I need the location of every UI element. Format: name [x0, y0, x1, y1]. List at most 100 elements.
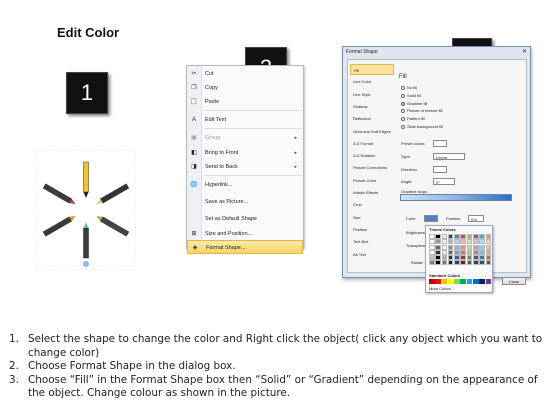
color-swatch[interactable] [479, 239, 485, 245]
menu-item-paste[interactable]: 📋 Paste [187, 95, 303, 109]
pencils-graphic[interactable] [36, 150, 136, 270]
fill-option-slide-background-fill[interactable]: Slide background fill [401, 123, 443, 130]
category-reflection[interactable]: Reflection [350, 113, 394, 124]
color-swatch[interactable] [460, 255, 466, 261]
color-swatch[interactable] [473, 239, 479, 245]
menu-item-size-and-position[interactable]: ⊞ Size and Position... [187, 227, 303, 241]
color-swatch[interactable] [485, 260, 492, 266]
category-picture-color[interactable]: Picture Color [350, 175, 394, 186]
color-swatch[interactable] [441, 249, 448, 255]
color-swatch[interactable] [454, 249, 460, 255]
angle-input[interactable]: 0° [433, 178, 455, 185]
color-swatch[interactable] [435, 260, 441, 266]
menu-item-cut[interactable]: ✂ Cut [187, 67, 303, 81]
menu-item-edit-text[interactable]: A Edit Text [187, 113, 303, 127]
standard-color-swatch[interactable] [473, 279, 479, 284]
color-swatch[interactable] [447, 244, 454, 250]
color-swatch[interactable] [429, 234, 435, 239]
color-swatch[interactable] [447, 255, 454, 261]
category-alt-text[interactable]: Alt Text [350, 249, 394, 260]
menu-item-save-as-picture[interactable]: Save as Picture... [187, 195, 303, 209]
menu-item-set-as-default-shape[interactable]: Set as Default Shape [187, 212, 303, 226]
color-swatch[interactable] [460, 244, 466, 250]
color-swatch[interactable] [429, 260, 435, 266]
color-swatch[interactable] [485, 234, 492, 239]
radio-icon[interactable] [401, 101, 405, 106]
color-swatch[interactable] [473, 249, 479, 255]
color-swatch[interactable] [485, 244, 492, 250]
close-button[interactable]: Close [502, 277, 526, 285]
menu-item-copy[interactable]: ❐ Copy [187, 81, 303, 95]
color-swatch[interactable] [485, 255, 492, 261]
color-swatch[interactable] [460, 260, 466, 266]
color-swatch[interactable] [435, 249, 441, 255]
rotate-label[interactable]: Rotate [411, 260, 423, 266]
category-3-d-rotation[interactable]: 3-D Rotation [350, 150, 394, 161]
radio-icon[interactable] [401, 85, 405, 90]
category-picture-corrections[interactable]: Picture Corrections [350, 162, 394, 173]
category-crop[interactable]: Crop [350, 199, 394, 210]
color-swatch[interactable] [441, 255, 448, 261]
standard-color-swatch[interactable] [454, 279, 460, 284]
color-swatch[interactable] [435, 239, 441, 245]
fill-option-pattern-fill[interactable]: Pattern fill [401, 115, 425, 122]
color-swatch[interactable] [429, 255, 435, 261]
standard-color-swatch[interactable] [441, 279, 448, 284]
category-size[interactable]: Size [350, 212, 394, 223]
fill-option-solid-fill[interactable]: Solid fill [401, 92, 421, 99]
category-artistic-effects[interactable]: Artistic Effects [350, 187, 394, 198]
standard-color-swatch[interactable] [479, 279, 485, 284]
menu-item-bring-to-front[interactable]: ◧ Bring to Front ▸ [187, 146, 303, 160]
color-swatch[interactable] [435, 255, 441, 261]
color-swatch[interactable] [435, 244, 441, 250]
color-swatch[interactable] [485, 239, 492, 245]
standard-color-swatch[interactable] [447, 279, 454, 284]
fill-option-gradient-fill[interactable]: Gradient fill [401, 100, 427, 107]
category-shadow[interactable]: Shadow [350, 101, 394, 112]
category-3-d-format[interactable]: 3-D Format [350, 138, 394, 149]
radio-icon[interactable] [401, 109, 405, 114]
standard-color-swatch[interactable] [485, 279, 492, 284]
fill-option-picture-or-texture-fill[interactable]: Picture or texture fill [401, 107, 442, 114]
close-icon[interactable]: ✕ [522, 48, 527, 55]
color-swatch[interactable] [447, 260, 454, 266]
standard-color-swatch[interactable] [435, 279, 441, 284]
color-swatch[interactable] [473, 255, 479, 261]
color-swatch[interactable] [454, 234, 460, 239]
color-swatch[interactable] [466, 255, 473, 261]
color-swatch[interactable] [466, 239, 473, 245]
color-swatch[interactable] [479, 234, 485, 239]
color-swatch[interactable] [460, 249, 466, 255]
radio-icon[interactable] [401, 124, 405, 129]
category-glow-and-soft-edges[interactable]: Glow and Soft Edges [350, 126, 394, 137]
preset-colors-dropdown[interactable] [433, 140, 447, 147]
color-swatch[interactable] [441, 244, 448, 250]
color-swatch[interactable] [454, 239, 460, 245]
color-swatch[interactable] [466, 244, 473, 250]
fill-option-no-fill[interactable]: No fill [401, 84, 417, 91]
color-swatch[interactable] [435, 234, 441, 239]
color-swatch[interactable] [473, 244, 479, 250]
color-swatch[interactable] [460, 239, 466, 245]
category-fill[interactable]: Fill [350, 64, 394, 75]
direction-dropdown[interactable] [433, 166, 447, 173]
color-swatch[interactable] [441, 234, 448, 239]
more-colors-link[interactable]: More Colors... [429, 286, 454, 291]
color-swatch[interactable] [466, 249, 473, 255]
radio-icon[interactable] [401, 117, 405, 122]
color-swatch[interactable] [466, 234, 473, 239]
color-swatch[interactable] [479, 249, 485, 255]
category-text-box[interactable]: Text Box [350, 236, 394, 247]
menu-item-format-shape[interactable]: ◈ Format Shape... [187, 240, 303, 254]
color-swatch[interactable] [479, 244, 485, 250]
position-input[interactable]: 0% [468, 215, 484, 222]
category-position[interactable]: Position [350, 224, 394, 235]
color-swatch[interactable] [454, 255, 460, 261]
gradient-stops-bar[interactable] [400, 194, 512, 201]
color-swatch[interactable] [441, 260, 448, 266]
menu-item-send-to-back[interactable]: ◨ Send to Back ▸ [187, 160, 303, 174]
color-swatch[interactable] [473, 260, 479, 266]
color-picker-button[interactable] [424, 215, 438, 222]
category-line-style[interactable]: Line Style [350, 89, 394, 100]
standard-color-swatch[interactable] [466, 279, 473, 284]
